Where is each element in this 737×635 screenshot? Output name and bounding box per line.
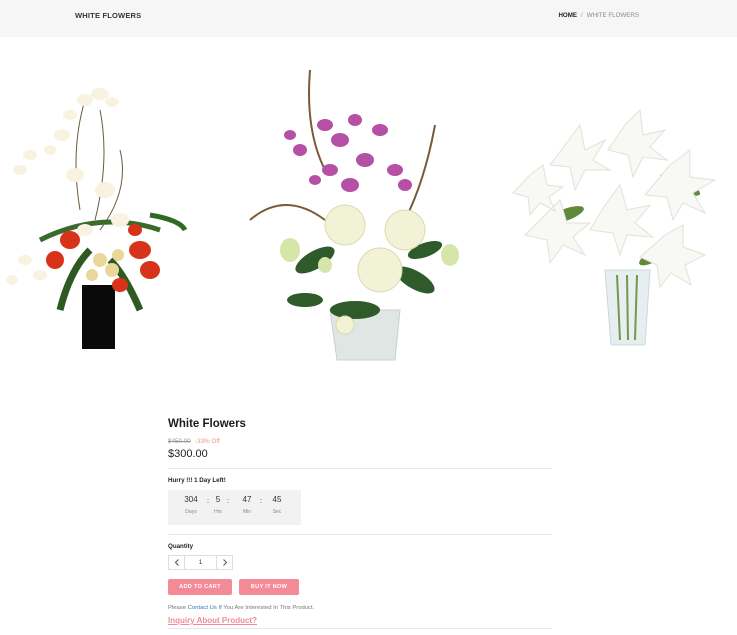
divider [168, 628, 552, 629]
page-title: WHITE FLOWERS [75, 11, 142, 20]
product-image-2[interactable] [245, 70, 470, 370]
quantity-decrease-button[interactable] [169, 556, 185, 569]
inquiry-link[interactable]: Inquiry About Product? [168, 616, 257, 625]
product-image-3[interactable] [505, 105, 730, 360]
countdown-hours-label: Hrs [214, 509, 222, 515]
countdown-seconds: 45 Sec [261, 495, 293, 515]
quantity-stepper [168, 555, 233, 570]
add-to-cart-button[interactable]: ADD TO CART [168, 579, 232, 595]
buy-it-now-button[interactable]: BUY IT NOW [239, 579, 299, 595]
product-image-1[interactable] [0, 80, 190, 355]
current-price: $300.00 [168, 448, 208, 460]
quantity-increase-button[interactable] [216, 556, 232, 569]
contact-suffix: If You Are Interested In This Product. [218, 605, 315, 611]
product-name: White Flowers [168, 418, 246, 430]
page-header: WHITE FLOWERS HOME / WHITE FLOWERS [0, 0, 737, 37]
countdown-colon: : [227, 496, 230, 505]
product-gallery [0, 60, 737, 380]
breadcrumb: HOME / WHITE FLOWERS [558, 12, 639, 19]
countdown-hours-value: 5 [215, 495, 221, 504]
countdown-seconds-value: 45 [272, 495, 282, 504]
countdown-minutes: 47 Min [231, 495, 263, 515]
contact-us-link[interactable]: Contact Us [188, 605, 217, 611]
old-price: $450.00 [168, 438, 191, 445]
divider [168, 534, 552, 535]
countdown-seconds-label: Sec [272, 509, 282, 515]
breadcrumb-separator: / [581, 12, 583, 19]
hurry-notice: Hurry !!! 1 Day Left! [168, 477, 226, 484]
chevron-left-icon [174, 559, 179, 566]
countdown-timer: 304 Days : 5 Hrs : 47 Min : 45 Sec [168, 490, 301, 525]
quantity-label: Quantity [168, 543, 194, 550]
countdown-minutes-label: Min [242, 509, 252, 515]
quantity-input[interactable] [185, 556, 216, 569]
discount-label: -33% Off [195, 438, 220, 445]
countdown-hours: 5 Hrs [202, 495, 234, 515]
countdown-minutes-value: 47 [242, 495, 252, 504]
breadcrumb-home-link[interactable]: HOME [558, 12, 577, 19]
breadcrumb-current: WHITE FLOWERS [586, 12, 639, 19]
contact-notice: Please Contact Us If You Are Interested … [168, 605, 314, 611]
chevron-right-icon [222, 559, 227, 566]
divider [168, 468, 552, 469]
contact-prefix: Please [168, 605, 187, 611]
